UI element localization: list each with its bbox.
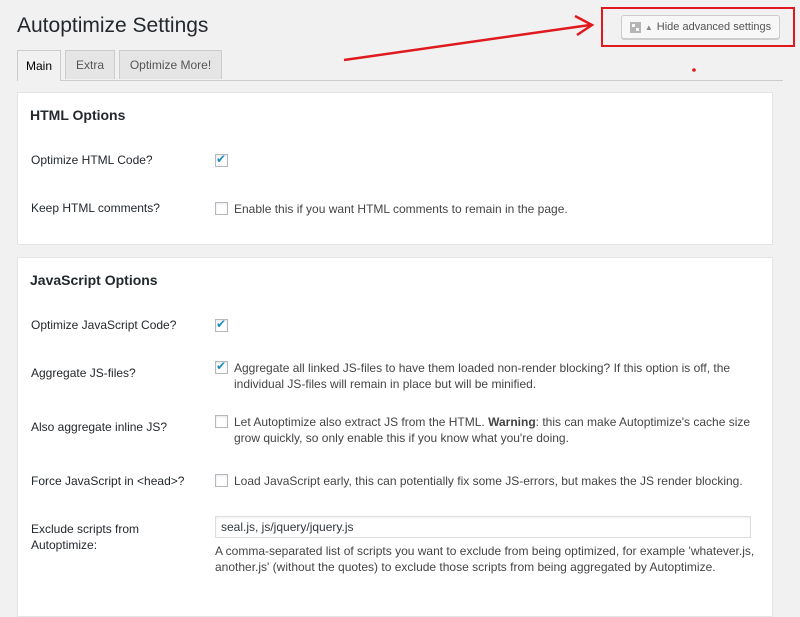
force-js-head-label: Force JavaScript in <head>? xyxy=(31,474,185,488)
exclude-scripts-note-line1: A comma-separated list of scripts you wa… xyxy=(215,544,755,558)
settings-tabs: Main Extra Optimize More! xyxy=(17,50,783,81)
aggregate-inline-js-description-post: : this can make Autoptimize's cache size xyxy=(535,415,751,429)
optimize-js-label: Optimize JavaScript Code? xyxy=(31,318,177,332)
optimize-js-checkbox[interactable] xyxy=(215,317,228,332)
html-options-heading: HTML Options xyxy=(30,107,126,123)
aggregate-js-description-line1: Aggregate all linked JS-files to have th… xyxy=(234,361,731,375)
keep-html-comments-description: Enable this if you want HTML comments to… xyxy=(234,202,568,216)
aggregate-js-description: Aggregate all linked JS-files to have th… xyxy=(234,360,774,392)
aggregate-js-label: Aggregate JS-files? xyxy=(31,366,136,380)
javascript-options-heading: JavaScript Options xyxy=(30,272,158,288)
exclude-scripts-label-line1: Exclude scripts from xyxy=(31,522,140,536)
force-js-head-description: Load JavaScript early, this can potentia… xyxy=(234,474,743,488)
exclude-scripts-note: A comma-separated list of scripts you wa… xyxy=(215,543,755,575)
keep-html-comments-label: Keep HTML comments? xyxy=(31,201,160,215)
warning-text: Warning xyxy=(488,415,536,429)
tab-main-label: Main xyxy=(25,59,52,73)
aggregate-inline-js-description-line2: grow quickly, so only enable this if you… xyxy=(234,431,569,445)
html-options-panel: HTML Options Optimize HTML Code? Keep HT… xyxy=(17,92,773,245)
force-js-head-checkbox[interactable] xyxy=(215,474,228,487)
tab-optimize-more-label: Optimize More! xyxy=(129,58,212,72)
aggregate-inline-js-description: Let Autoptimize also extract JS from the… xyxy=(234,414,774,446)
annotation-highlight-box xyxy=(601,7,795,47)
exclude-scripts-label-line2: Autoptimize: xyxy=(31,538,98,552)
tab-main[interactable]: Main xyxy=(17,50,61,81)
optimize-html-checkbox[interactable] xyxy=(215,152,228,167)
page-title: Autoptimize Settings xyxy=(17,14,209,37)
optimize-html-label: Optimize HTML Code? xyxy=(31,153,153,167)
tab-extra-label: Extra xyxy=(75,58,104,72)
aggregate-js-description-line2: individual JS-files will remain in place… xyxy=(234,377,537,391)
tab-optimize-more[interactable]: Optimize More! xyxy=(119,50,222,79)
aggregate-inline-js-description-pre: Let Autoptimize also extract JS from the… xyxy=(234,415,489,429)
keep-html-comments-checkbox[interactable] xyxy=(215,202,228,215)
aggregate-inline-js-label: Also aggregate inline JS? xyxy=(31,420,168,434)
javascript-options-panel: JavaScript Options Optimize JavaScript C… xyxy=(17,257,773,617)
aggregate-inline-js-checkbox[interactable] xyxy=(215,415,228,428)
tab-extra[interactable]: Extra xyxy=(65,50,115,79)
exclude-scripts-note-line2: another.js' (without the quotes) to excl… xyxy=(215,560,716,574)
aggregate-js-checkbox[interactable] xyxy=(215,359,228,374)
exclude-scripts-input[interactable] xyxy=(215,516,751,538)
exclude-scripts-label: Exclude scripts from Autoptimize: xyxy=(31,521,139,553)
